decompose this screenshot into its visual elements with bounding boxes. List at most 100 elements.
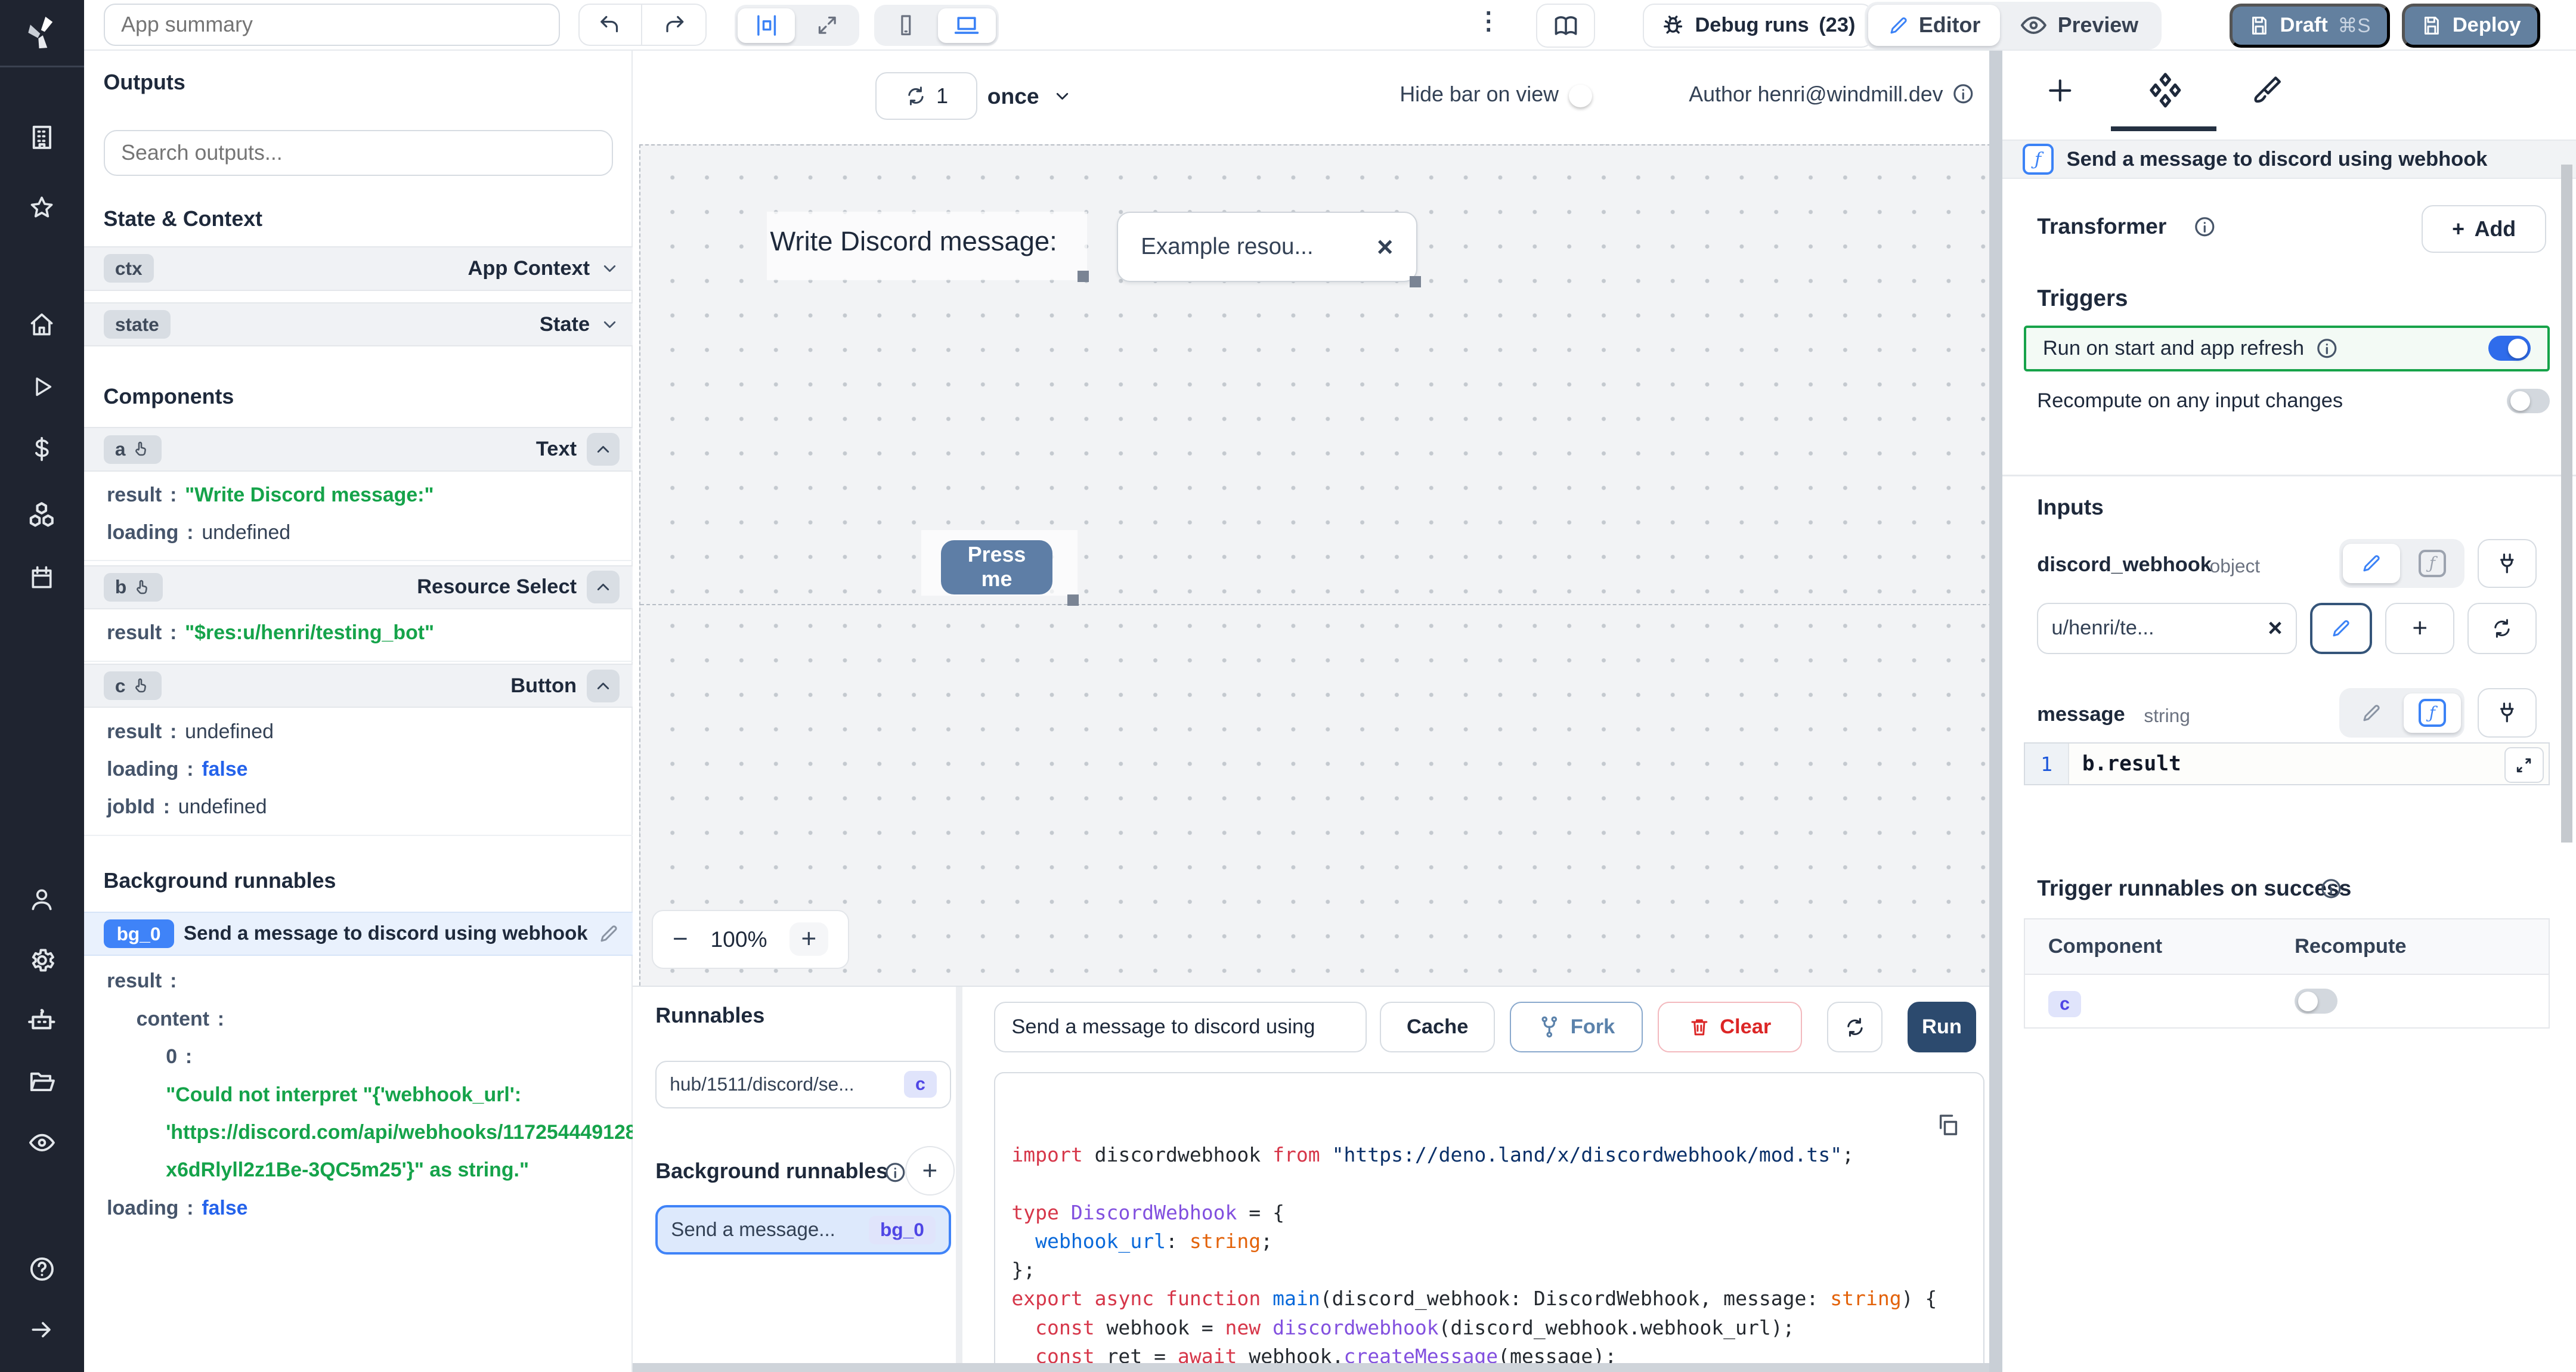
copy-code-icon[interactable]: [1936, 1113, 1960, 1137]
output-row-component-c[interactable]: c Button: [83, 664, 633, 708]
windmill-logo-icon[interactable]: [18, 8, 67, 58]
output-kv-row[interactable]: result: "Write Discord message:": [84, 476, 633, 514]
debug-runs-button[interactable]: Debug runs (23): [1643, 3, 1873, 48]
text-component[interactable]: Write Discord message:: [766, 211, 1089, 283]
favorites-icon[interactable]: [26, 192, 57, 223]
resize-handle[interactable]: [1067, 594, 1079, 606]
undo-button[interactable]: [578, 3, 643, 47]
clear-button[interactable]: Clear: [1657, 1001, 1803, 1053]
edit-icon[interactable]: [598, 923, 620, 944]
users-icon[interactable]: [26, 884, 57, 915]
docs-button[interactable]: [1536, 3, 1596, 48]
clear-resource-icon[interactable]: ×: [2268, 614, 2282, 642]
output-kv-row[interactable]: "Could not interpret "{'webhook_url':: [84, 1076, 633, 1114]
resize-handle[interactable]: [1409, 275, 1422, 288]
folders-icon[interactable]: [26, 1066, 57, 1097]
panel-splitter[interactable]: [1989, 51, 2003, 1372]
output-kv-row[interactable]: 'https://discord.com/api/webhooks/117254…: [84, 1114, 632, 1151]
dw-connect-button[interactable]: [2477, 538, 2537, 589]
collapse-a-button[interactable]: [586, 432, 620, 466]
row-recompute-toggle[interactable]: [2295, 989, 2337, 1014]
info-icon[interactable]: [2320, 877, 2343, 900]
info-icon[interactable]: [2193, 215, 2216, 239]
fork-button[interactable]: Fork: [1509, 1001, 1643, 1053]
collapse-c-button[interactable]: [586, 669, 620, 702]
runnable-name-input[interactable]: [993, 1001, 1367, 1053]
output-row-bg0[interactable]: bg_0 Send a message to discord using web…: [83, 912, 633, 956]
output-kv-row[interactable]: content:: [84, 1001, 633, 1038]
workspace-icon[interactable]: [26, 122, 57, 153]
msg-eval-mode-button[interactable]: ƒ: [2403, 693, 2462, 733]
home-icon[interactable]: [26, 309, 57, 340]
expand-sidebar-icon[interactable]: [26, 1314, 57, 1345]
output-kv-row[interactable]: result: "$res:u/henri/testing_bot": [84, 614, 633, 652]
mobile-view-button[interactable]: [877, 8, 934, 43]
chevron-down-icon[interactable]: [600, 315, 620, 335]
search-outputs-input[interactable]: [103, 129, 613, 176]
chevron-down-icon[interactable]: [600, 259, 620, 278]
recompute-any-toggle[interactable]: [2507, 388, 2550, 413]
expand-editor-button[interactable]: [2504, 747, 2544, 783]
workers-icon[interactable]: [26, 1005, 57, 1036]
scrollbar-thumb[interactable]: [2561, 164, 2573, 843]
output-row-state[interactable]: state State: [83, 302, 633, 347]
schedules-icon[interactable]: [26, 562, 57, 593]
refresh-count-button[interactable]: 1: [875, 72, 978, 120]
output-row-component-b[interactable]: b Resource Select: [83, 565, 633, 610]
audit-logs-icon[interactable]: [26, 1127, 57, 1158]
app-canvas[interactable]: Write Discord message: Example resou... …: [639, 144, 1993, 986]
refresh-runnable-button[interactable]: [1826, 1001, 1883, 1053]
tab-editor[interactable]: Editor: [1868, 5, 2001, 47]
resource-select-component[interactable]: Example resou... ×: [1116, 211, 1422, 288]
variables-icon[interactable]: [26, 433, 57, 464]
center-content-button[interactable]: [738, 8, 795, 43]
resize-handle[interactable]: [1077, 270, 1089, 283]
draft-button[interactable]: Draft ⌘S: [2229, 3, 2391, 48]
output-kv-row[interactable]: result: undefined: [84, 713, 633, 751]
zoom-out-button[interactable]: −: [673, 924, 688, 954]
output-row-component-a[interactable]: a Text: [83, 427, 633, 472]
deploy-button[interactable]: Deploy: [2401, 3, 2541, 48]
settings-icon[interactable]: [26, 944, 57, 975]
runnable-item[interactable]: hub/1511/discord/se... c: [655, 1061, 952, 1108]
collapse-b-button[interactable]: [586, 571, 620, 604]
schedule-dropdown[interactable]: once: [987, 72, 1072, 120]
run-button[interactable]: Run: [1907, 1001, 1977, 1053]
add-transformer-button[interactable]: + Add: [2422, 205, 2547, 253]
output-kv-row[interactable]: jobId: undefined: [84, 788, 633, 826]
tab-insert-icon[interactable]: [2045, 76, 2075, 106]
output-kv-row[interactable]: 0:: [84, 1038, 633, 1076]
msg-connect-button[interactable]: [2477, 688, 2537, 738]
background-runnable-item-selected[interactable]: Send a message... bg_0: [655, 1205, 952, 1255]
message-expression-editor[interactable]: 1 b.result: [2024, 742, 2550, 785]
zoom-in-button[interactable]: +: [789, 922, 828, 956]
tab-settings-icon[interactable]: [2147, 72, 2184, 109]
edit-resource-button[interactable]: [2309, 603, 2373, 654]
output-kv-row[interactable]: loading: false: [84, 1190, 633, 1227]
output-kv-row[interactable]: x6dRlyll2z1Be-3QC5m25'}" as string.": [84, 1151, 633, 1189]
info-icon[interactable]: [1952, 82, 1975, 106]
output-kv-row[interactable]: loading: false: [84, 751, 633, 788]
resource-value-box[interactable]: u/henri/te... ×: [2037, 603, 2297, 654]
tab-preview[interactable]: Preview: [2000, 5, 2158, 46]
select-clear-icon[interactable]: ×: [1377, 231, 1393, 263]
add-background-runnable-button[interactable]: +: [905, 1146, 955, 1196]
press-me-button[interactable]: Press me: [940, 540, 1053, 594]
output-kv-row[interactable]: result:: [84, 962, 633, 1000]
dw-static-mode-button[interactable]: [2342, 543, 2401, 584]
desktop-view-button[interactable]: [938, 8, 996, 43]
runs-icon[interactable]: [26, 371, 57, 402]
full-width-button[interactable]: [798, 8, 856, 43]
run-on-start-toggle[interactable]: [2488, 336, 2531, 361]
dw-eval-mode-button[interactable]: ƒ: [2404, 544, 2461, 583]
reload-resource-button[interactable]: [2467, 603, 2537, 654]
horizontal-scrollbar[interactable]: [632, 1362, 1996, 1372]
cache-button[interactable]: Cache: [1380, 1001, 1496, 1053]
create-resource-button[interactable]: +: [2385, 603, 2455, 654]
more-menu-button[interactable]: ⋮: [1472, 7, 1505, 43]
tab-theme-icon[interactable]: [2252, 74, 2283, 105]
resources-icon[interactable]: [26, 500, 57, 531]
code-editor[interactable]: import discordwebhook from "https://deno…: [993, 1072, 1985, 1372]
panel-divider[interactable]: [956, 987, 963, 1372]
help-icon[interactable]: [26, 1253, 57, 1284]
